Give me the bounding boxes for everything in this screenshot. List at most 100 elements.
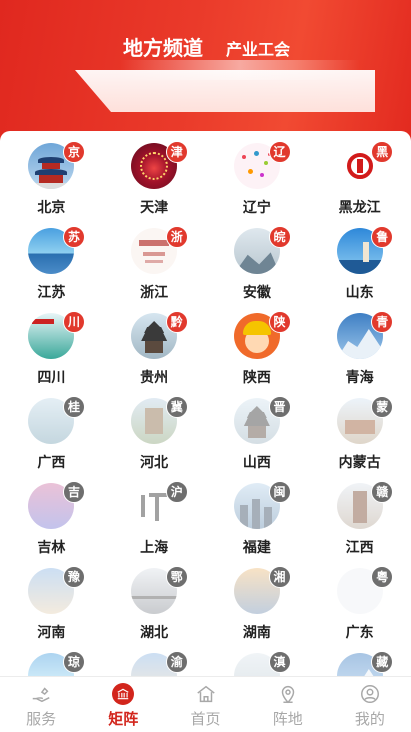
region-item[interactable]: 皖安徽 [206,226,309,311]
region-item[interactable]: 黑黑龙江 [308,141,411,226]
region-abbr-badge: 青 [371,311,394,333]
region-item[interactable]: 渝 [103,651,206,676]
region-name: 四川 [37,370,66,386]
region-name: 内蒙古 [338,455,381,471]
region-abbr-badge: 津 [165,141,188,163]
region-name: 广西 [37,455,66,471]
region-abbr-badge: 浙 [165,226,188,248]
nav-label: 我的 [354,710,385,728]
region-grid: 京北京 津天津 辽辽宁 黑黑龙江苏江苏 浙浙江 皖安徽 鲁山东 川 四川 黔 贵… [0,141,411,676]
region-name: 江苏 [37,285,66,301]
region-name: 福建 [242,540,271,556]
nav-label: 阵地 [272,710,303,728]
region-item[interactable]: 藏 [308,651,411,676]
region-name: 浙江 [140,285,169,301]
region-abbr-badge: 桂 [63,396,85,418]
nav-item-2[interactable]: 首页 [164,677,246,732]
region-abbr-badge: 京 [63,141,85,163]
region-name: 安徽 [242,285,271,301]
nav-label: 首页 [190,710,221,728]
region-abbr-badge: 鄂 [165,566,188,588]
region-name: 辽宁 [242,200,271,216]
region-abbr-badge: 鲁 [371,226,394,248]
region-item[interactable]: 滇 [206,651,309,676]
region-item[interactable]: 蒙内蒙古 [308,396,411,481]
region-item[interactable]: 冀河北 [103,396,206,481]
region-name: 青海 [345,370,374,386]
bank-building-icon [112,683,135,705]
region-name: 北京 [37,200,66,216]
region-abbr-badge: 吉 [63,481,85,503]
region-item[interactable]: 辽辽宁 [206,141,309,226]
region-abbr-badge: 冀 [165,396,188,418]
region-item[interactable]: 津天津 [103,141,206,226]
region-abbr-badge: 苏 [63,226,85,248]
user-profile-icon [359,683,381,705]
region-abbr-badge: 琼 [63,651,85,673]
region-item[interactable]: 川四川 [0,311,103,396]
region-abbr-badge: 皖 [268,226,291,248]
region-name: 陕西 [242,370,271,386]
region-item[interactable]: 黔贵州 [103,311,206,396]
tab-local-channel[interactable]: 地方频道 [123,32,203,61]
region-item[interactable]: 鄂湖北 [103,566,206,651]
region-item[interactable]: 京北京 [0,141,103,226]
region-name: 湖南 [242,625,271,641]
region-item[interactable]: 粤广东 [308,566,411,651]
nav-item-1[interactable]: 矩阵 [82,677,164,732]
region-item[interactable]: 赣江西 [308,481,411,566]
region-abbr-badge: 辽 [268,141,291,163]
region-abbr-badge: 湘 [268,566,291,588]
home-icon [195,683,217,705]
region-item[interactable]: 晋山西 [206,396,309,481]
region-name: 山西 [242,455,271,471]
tab-industry-union[interactable]: 产业工会 [226,36,290,60]
region-name: 河北 [140,455,169,471]
region-name: 吉林 [37,540,66,556]
region-item[interactable]: 浙浙江 [103,226,206,311]
region-name: 河南 [37,625,66,641]
region-abbr-badge: 赣 [371,481,394,503]
region-panel: 京北京 津天津 辽辽宁 黑黑龙江苏江苏 浙浙江 皖安徽 鲁山东 川 四川 黔 贵… [0,131,411,676]
region-abbr-badge: 渝 [165,651,188,673]
region-name: 上海 [140,540,169,556]
region-item[interactable]: 青青海 [308,311,411,396]
region-abbr-badge: 晋 [268,396,291,418]
region-abbr-badge: 滇 [268,651,291,673]
region-abbr-badge: 蒙 [371,396,394,418]
region-name: 广东 [345,625,374,641]
region-item[interactable]: 陕陕西 [206,311,309,396]
region-item[interactable]: 琼 [0,651,103,676]
nav-label: 服务 [26,710,57,728]
region-abbr-badge: 陕 [268,311,291,333]
hand-service-icon [30,683,52,705]
region-item[interactable]: 吉吉林 [0,481,103,566]
region-item[interactable]: 苏江苏 [0,226,103,311]
region-abbr-badge: 黑 [371,141,394,163]
region-item[interactable]: 沪上海 [103,481,206,566]
location-pin-icon [277,683,299,705]
region-item[interactable]: 鲁山东 [308,226,411,311]
region-name: 贵州 [140,370,169,386]
region-abbr-badge: 闽 [268,481,291,503]
header-tabs: 地方频道 产业工会 [0,30,411,60]
region-abbr-badge: 藏 [371,651,394,673]
nav-label: 矩阵 [108,710,139,728]
bottom-nav: 服务 矩阵 首页 阵地 我的 [0,676,411,732]
header-white-band [75,70,375,112]
region-item[interactable]: 豫河南 [0,566,103,651]
nav-item-4[interactable]: 我的 [329,677,411,732]
region-abbr-badge: 豫 [63,566,85,588]
region-item[interactable]: 湘湖南 [206,566,309,651]
region-abbr-badge: 沪 [165,481,188,503]
region-name: 山东 [345,285,374,301]
region-item[interactable]: 闽福建 [206,481,309,566]
region-item[interactable]: 桂广西 [0,396,103,481]
nav-item-3[interactable]: 阵地 [247,677,329,732]
region-abbr-badge: 川 [63,311,85,333]
nav-item-0[interactable]: 服务 [0,677,82,732]
region-name: 天津 [140,200,169,216]
region-name: 黑龙江 [338,200,381,216]
region-name: 江西 [345,540,374,556]
region-abbr-badge: 黔 [165,311,188,333]
